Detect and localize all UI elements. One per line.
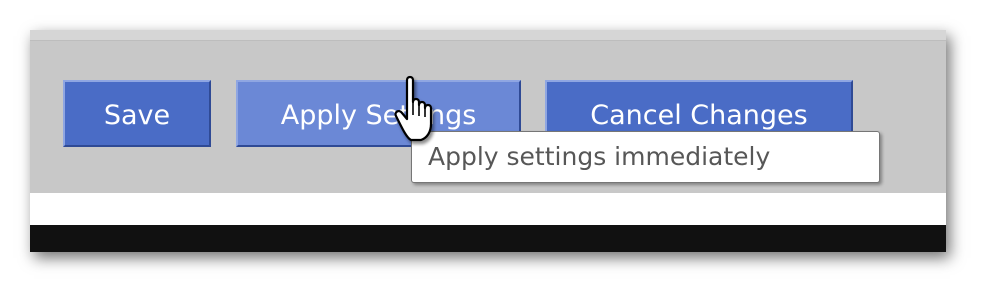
content-black-band bbox=[30, 225, 946, 252]
hand-pointer-icon bbox=[393, 72, 453, 152]
screenshot-stage: Save Apply Settings Cancel Changes Apply… bbox=[0, 0, 1000, 308]
save-button[interactable]: Save bbox=[63, 80, 211, 147]
panel-top-strip bbox=[30, 30, 946, 41]
apply-settings-tooltip: Apply settings immediately bbox=[411, 131, 880, 183]
content-white-band bbox=[30, 193, 946, 225]
